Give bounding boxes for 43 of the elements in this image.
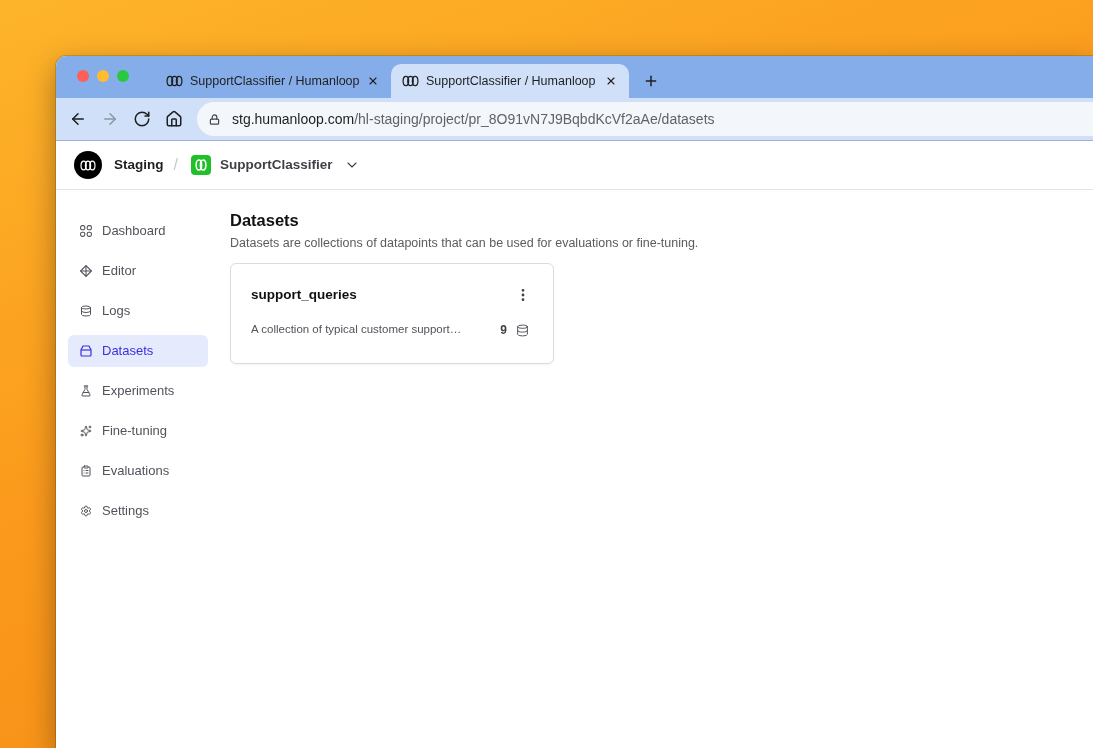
reload-icon bbox=[133, 110, 151, 128]
home-icon bbox=[165, 110, 183, 128]
dataset-name: support_queries bbox=[251, 285, 357, 304]
browser-tab[interactable]: SupportClassifier / Humanloop bbox=[154, 64, 389, 98]
forward-arrow-icon bbox=[101, 110, 119, 128]
sidebar-item[interactable]: Experiments bbox=[68, 375, 208, 407]
settings-icon bbox=[80, 505, 92, 517]
address-bar[interactable]: stg.humanloop.com/hl-staging/project/pr_8O91vN7J9BqbdKcVf2aAe/datasets bbox=[197, 102, 1093, 136]
tab-title: SupportClassifier / Humanloop bbox=[426, 72, 596, 90]
sidebar-item[interactable]: Dashboard bbox=[68, 215, 208, 247]
flask-icon bbox=[80, 385, 92, 397]
sidebar-item[interactable]: Editor bbox=[68, 255, 208, 287]
database-icon bbox=[80, 305, 92, 317]
lock-icon bbox=[209, 113, 220, 125]
close-icon bbox=[367, 75, 379, 87]
datapoint-count: 9 bbox=[500, 322, 507, 339]
breadcrumb-separator: / bbox=[173, 155, 178, 175]
workspace-name[interactable]: Staging bbox=[114, 154, 164, 176]
tab-favicon-icon bbox=[402, 75, 419, 87]
sparkle-icon bbox=[80, 425, 92, 437]
sidebar-item[interactable]: Fine-tuning bbox=[68, 415, 208, 447]
page-description: Datasets are collections of datapoints that can be used for evaluations or fine-tuning. bbox=[230, 235, 699, 252]
tab-title: SupportClassifier / Humanloop bbox=[190, 72, 360, 90]
sidebar-item[interactable]: Evaluations bbox=[68, 455, 208, 487]
sidebar-item[interactable]: Settings bbox=[68, 495, 208, 527]
page-title: Datasets bbox=[230, 210, 299, 230]
plus-icon bbox=[643, 73, 659, 89]
diamond-icon bbox=[80, 265, 92, 277]
database-icon bbox=[516, 323, 529, 337]
sidebar-item[interactable]: Datasets bbox=[68, 335, 208, 367]
browser-tab[interactable]: SupportClassifier / Humanloop bbox=[391, 64, 629, 98]
workspace-logo-icon bbox=[74, 151, 102, 179]
tray-icon bbox=[80, 345, 92, 357]
grid-icon bbox=[80, 225, 92, 237]
project-icon bbox=[190, 155, 211, 175]
sidebar-item[interactable]: Logs bbox=[68, 295, 208, 327]
tab-favicon-icon bbox=[166, 75, 183, 87]
close-icon bbox=[605, 75, 617, 87]
clipboard-icon bbox=[80, 465, 92, 477]
dataset-card[interactable]: support_queries A collection of typical customer support… 9 bbox=[230, 263, 554, 364]
dataset-description: A collection of typical customer support… bbox=[251, 322, 462, 338]
project-switcher[interactable]: SupportClassifier bbox=[190, 154, 361, 176]
url-text: stg.humanloop.com/hl-staging/project/pr_8O91vN7J9BqbdKcVf2aAe/datasets bbox=[232, 109, 715, 129]
